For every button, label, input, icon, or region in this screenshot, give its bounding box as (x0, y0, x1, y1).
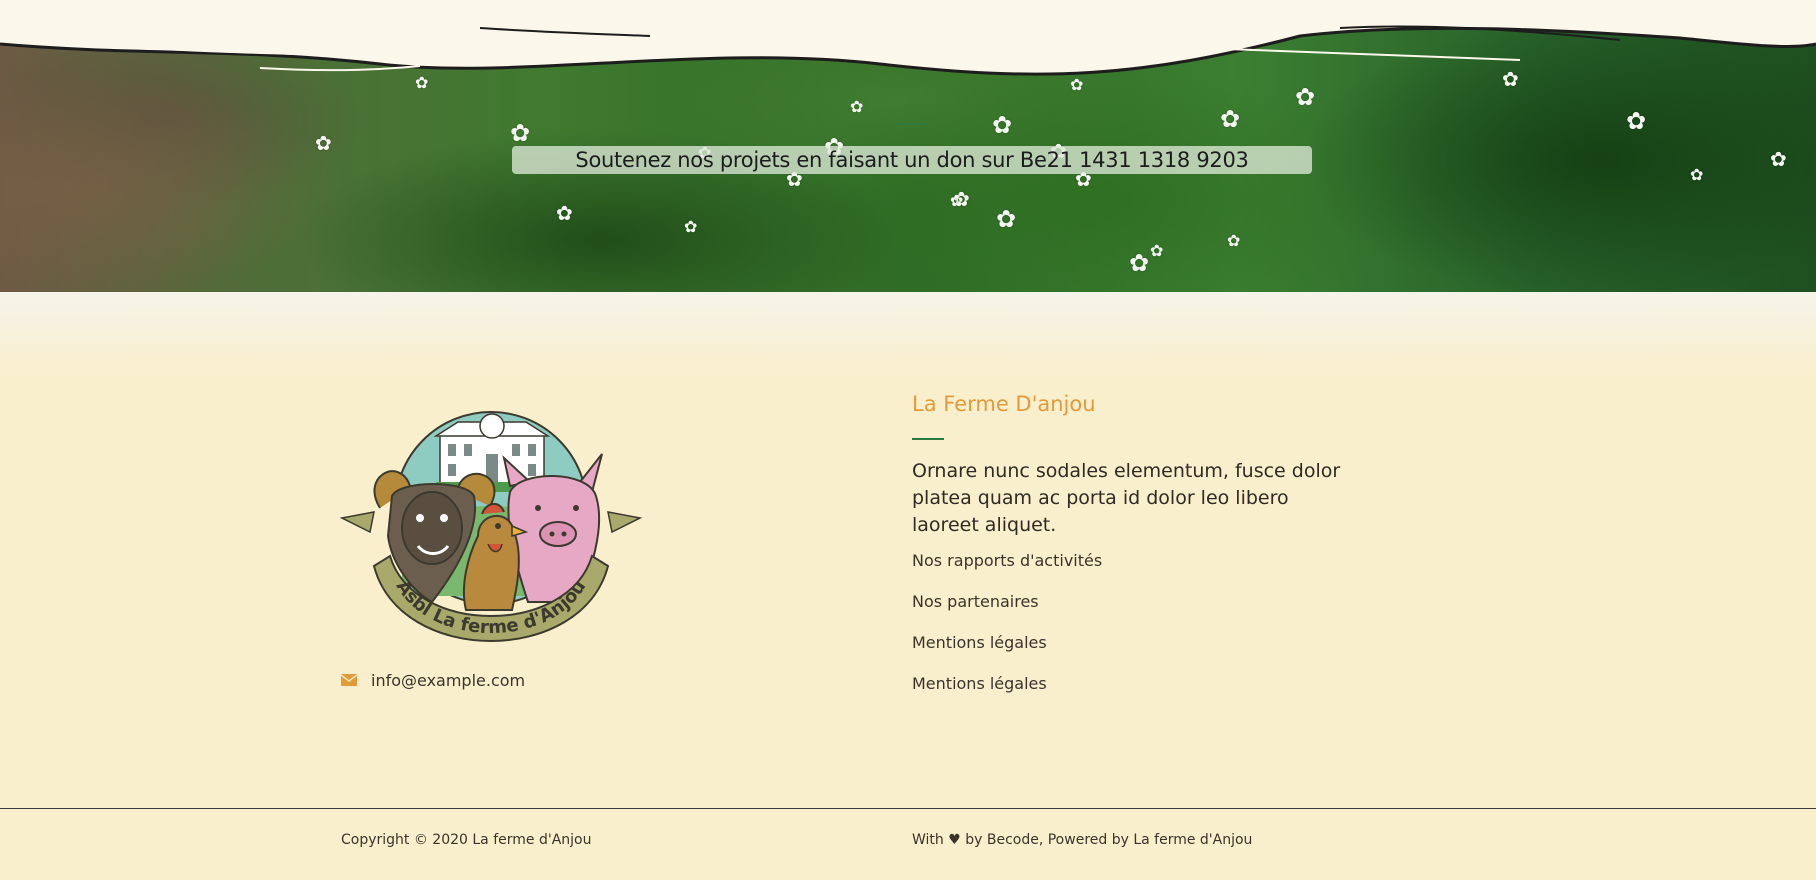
flower-decoration: ✿ (556, 201, 573, 225)
email-link[interactable]: info@example.com (371, 671, 525, 690)
flower-decoration: ✿ (1220, 105, 1241, 133)
section-separator (0, 292, 1816, 382)
flower-decoration: ✿ (992, 111, 1013, 139)
footer-link-partners[interactable]: Nos partenaires (912, 589, 1102, 630)
flower-decoration: ✿ (850, 97, 864, 116)
flower-decoration: ✿ (684, 217, 698, 236)
flower-decoration: ✿ (510, 119, 531, 147)
footer-link-activity-reports[interactable]: Nos rapports d'activités (912, 548, 1102, 589)
flower-decoration: ✿ (1150, 241, 1164, 260)
envelope-icon (341, 674, 357, 686)
flower-decoration: ✿ (1770, 147, 1787, 171)
credits-text: With ♥ by Becode, Powered by La ferme d'… (912, 832, 1253, 848)
footer-divider (0, 808, 1816, 809)
footer-links: Nos rapports d'activités Nos partenaires… (912, 548, 1102, 712)
flower-decoration: ✿ (1129, 249, 1150, 277)
footer-link-legal-notice[interactable]: Mentions légales (912, 630, 1102, 671)
brush-stroke-decoration (0, 25, 1816, 76)
flower-decoration: ✿ (1626, 107, 1647, 135)
donation-banner: Soutenez nos projets en faisant un don s… (512, 146, 1312, 174)
flower-decoration: ✿ (1227, 231, 1241, 250)
hero-divider (896, 123, 928, 125)
footer-description: Ornare nunc sodales elementum, fusce dol… (912, 460, 1341, 536)
contact-email[interactable]: info@example.com (341, 667, 525, 693)
copyright-text: Copyright © 2020 La ferme d'Anjou (341, 832, 592, 848)
flower-decoration: ✿ (996, 205, 1017, 233)
flower-decoration: ✿ (950, 191, 964, 210)
footer-brand-divider (912, 438, 944, 440)
farm-logo[interactable]: Asbl La ferme d'Anjou (340, 396, 642, 652)
flower-decoration: ✿ (315, 131, 332, 155)
footer-brand-title: La Ferme D'anjou (912, 392, 1096, 416)
footer-link-legal-notice-2[interactable]: Mentions légales (912, 671, 1102, 712)
flower-decoration: ✿ (1690, 165, 1704, 184)
